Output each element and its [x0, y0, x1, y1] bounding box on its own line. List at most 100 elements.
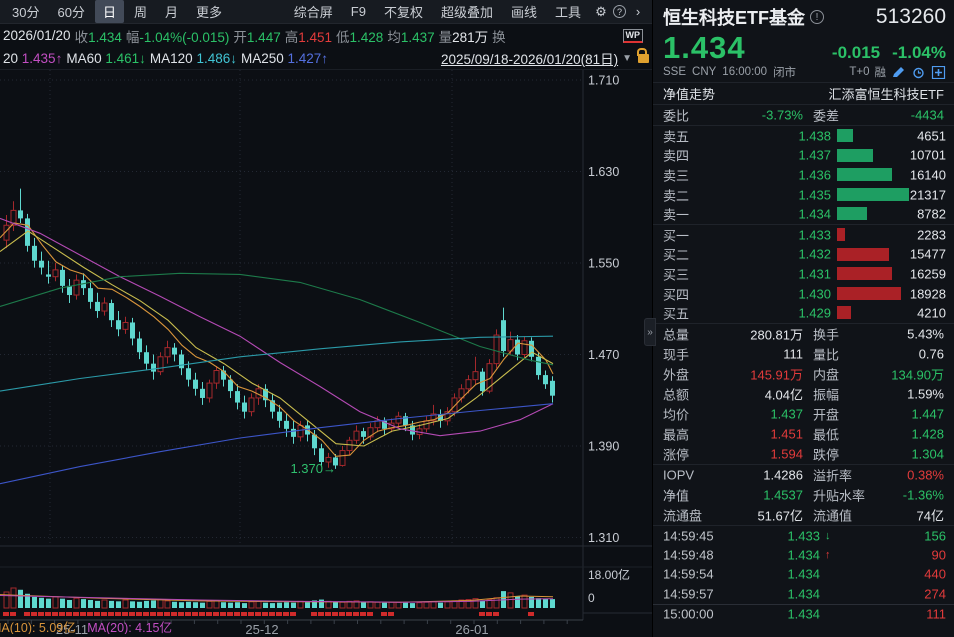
ask-volume: 21317 — [846, 187, 946, 202]
stat-value: 0.76 — [848, 346, 944, 361]
pencil-icon[interactable] — [891, 66, 906, 79]
period-button-月[interactable]: 月 — [157, 0, 186, 23]
stat-value: 1.447 — [848, 406, 944, 421]
period-button-更多[interactable]: 更多 — [188, 0, 230, 23]
ohlc-values: 收1.434幅-1.04%(-0.015)开1.447高1.451低1.428均… — [75, 26, 506, 46]
ask-row[interactable]: 卖三1.43616140 — [653, 165, 954, 185]
period-button-周[interactable]: 周 — [126, 0, 155, 23]
toolbar-button-工具[interactable]: 工具 — [547, 0, 589, 23]
nav-value-trend-link[interactable]: 净值走势 — [663, 84, 715, 103]
ohlc-value: 281万 — [452, 30, 488, 45]
ohlc-label: 开 — [233, 30, 247, 45]
stat-row: 总额4.04亿振幅1.59% — [653, 384, 954, 404]
bid-volume: 15477 — [846, 247, 946, 262]
stat-label: 外盘 — [663, 364, 689, 383]
bid-row[interactable]: 买四1.43018928 — [653, 284, 954, 304]
ohlc-item: 低1.428 — [336, 26, 383, 46]
ask-price: 1.434 — [713, 207, 831, 222]
ohlc-item: 收1.434 — [75, 26, 122, 46]
bid-row[interactable]: 买五1.4294210 — [653, 303, 954, 323]
volume-ma-labels: MA(10): 5.09亿 MA(20): 4.15亿 — [0, 617, 651, 634]
period-button-日[interactable]: 日 — [95, 0, 124, 23]
down-arrow-icon: ↓ — [825, 530, 831, 542]
info-icon[interactable]: ! — [810, 10, 824, 24]
ma-value: 1.435↑ — [18, 51, 62, 66]
stat-label: 开盘 — [813, 404, 839, 423]
stat-row: 现手111量比0.76 — [653, 344, 954, 364]
panel-collapse-handle[interactable]: » — [644, 318, 656, 346]
stat-label: 最高 — [663, 424, 689, 443]
ma-item: MA120 1.486↓ — [150, 51, 237, 66]
ask-volume: 8782 — [846, 207, 946, 222]
toolbar-button-超级叠加[interactable]: 超级叠加 — [433, 0, 501, 23]
ohlc-value: 1.437 — [401, 30, 435, 45]
stat-label: IOPV — [663, 467, 694, 482]
ohlc-item: 量281万 — [439, 26, 489, 46]
ma-info-row: 20 1.435↑MA60 1.461↓MA120 1.486↓MA250 1.… — [0, 47, 652, 70]
stat-label: 流通盘 — [663, 505, 702, 524]
toolbar-button-不复权[interactable]: 不复权 — [376, 0, 431, 23]
toolbar-button-画线[interactable]: 画线 — [503, 0, 545, 23]
ask-price: 1.436 — [713, 167, 831, 182]
unlock-icon[interactable] — [638, 54, 649, 63]
bid-row[interactable]: 买二1.43215477 — [653, 245, 954, 265]
ma-value: 1.486↓ — [193, 51, 237, 66]
stat-value: 1.451 — [711, 426, 803, 441]
ask-row[interactable]: 卖四1.43710701 — [653, 146, 954, 166]
toolbar-button-F9[interactable]: F9 — [343, 2, 374, 21]
ma-item: MA250 1.427↑ — [241, 51, 328, 66]
tick-time: 14:59:57 — [663, 586, 714, 601]
weicha-value: -4434 — [848, 108, 944, 123]
bid-label: 买五 — [663, 304, 689, 323]
ask-row[interactable]: 卖五1.4384651 — [653, 126, 954, 146]
nav-links-row: 净值走势 汇添富恒生科技ETF — [653, 82, 954, 104]
bid-volume: 2283 — [846, 227, 946, 242]
plus-icon[interactable] — [931, 66, 946, 79]
wp-badge-icon[interactable]: WP — [623, 29, 644, 43]
ohlc-label: 收 — [75, 30, 89, 45]
bid-price: 1.433 — [713, 227, 831, 242]
volume-ma10-label: MA(10): 5.09亿 — [0, 621, 76, 634]
bid-price: 1.431 — [713, 266, 831, 281]
tick-row: 14:59:481.434↑90 — [653, 545, 954, 564]
toolbar-right-group: 综合屏F9不复权超级叠加画线工具⚙?› — [286, 0, 648, 23]
period-button-30分[interactable]: 30分 — [4, 0, 47, 23]
bid-row[interactable]: 买三1.43116259 — [653, 264, 954, 284]
linked-fund-link[interactable]: 汇添富恒生科技ETF — [828, 84, 944, 103]
ma-item: 20 1.435↑ — [3, 51, 62, 66]
ohlc-value: 1.428 — [350, 30, 384, 45]
date-range-text[interactable]: 2025/09/18-2026/01/20(81日) — [441, 48, 618, 68]
ohlc-value: 1.447 — [247, 30, 281, 45]
period-toolbar: 30分60分日周月更多 综合屏F9不复权超级叠加画线工具⚙?› — [0, 0, 652, 24]
svg-text:1.470: 1.470 — [588, 348, 619, 362]
svg-text:0: 0 — [588, 591, 595, 605]
bid-row[interactable]: 买一1.4332283 — [653, 225, 954, 245]
kline-chart[interactable]: 1.370→1.7101.6301.5501.4701.3901.31018.0… — [0, 70, 652, 637]
period-button-60分[interactable]: 60分 — [49, 0, 92, 23]
stat-value: 5.43% — [848, 326, 944, 341]
fund-title: 恒生科技ETF基金 — [663, 4, 805, 30]
gear-icon[interactable]: ⚙ — [591, 4, 611, 20]
tick-time: 15:00:00 — [663, 606, 714, 621]
alarm-icon[interactable] — [911, 66, 926, 79]
toolbar-button-综合屏[interactable]: 综合屏 — [286, 0, 341, 23]
weicha-label: 委差 — [813, 106, 839, 125]
tick-volume: 156 — [866, 528, 946, 543]
ask-price: 1.435 — [713, 187, 831, 202]
ask-row[interactable]: 卖二1.43521317 — [653, 185, 954, 205]
ohlc-item: 高1.451 — [285, 26, 332, 46]
currency-label: CNY — [692, 66, 716, 78]
ask-row[interactable]: 卖一1.4348782 — [653, 204, 954, 224]
kline-chart-canvas[interactable]: 1.370→1.7101.6301.5501.4701.3901.31018.0… — [0, 70, 652, 637]
help-icon[interactable]: ? — [613, 5, 626, 18]
tick-row: 14:59:451.433↓156 — [653, 526, 954, 545]
chevron-down-icon[interactable]: ▼ — [622, 53, 632, 64]
bid-bar — [837, 228, 845, 241]
date-range-selector[interactable]: 2025/09/18-2026/01/20(81日) ▼ — [441, 48, 649, 68]
stat-label: 总量 — [663, 324, 689, 343]
svg-text:1.550: 1.550 — [588, 257, 619, 271]
ma-label: MA60 — [66, 51, 101, 66]
bid-price: 1.430 — [713, 286, 831, 301]
chevron-right-icon[interactable]: › — [628, 4, 648, 19]
stat-value: 1.428 — [848, 426, 944, 441]
